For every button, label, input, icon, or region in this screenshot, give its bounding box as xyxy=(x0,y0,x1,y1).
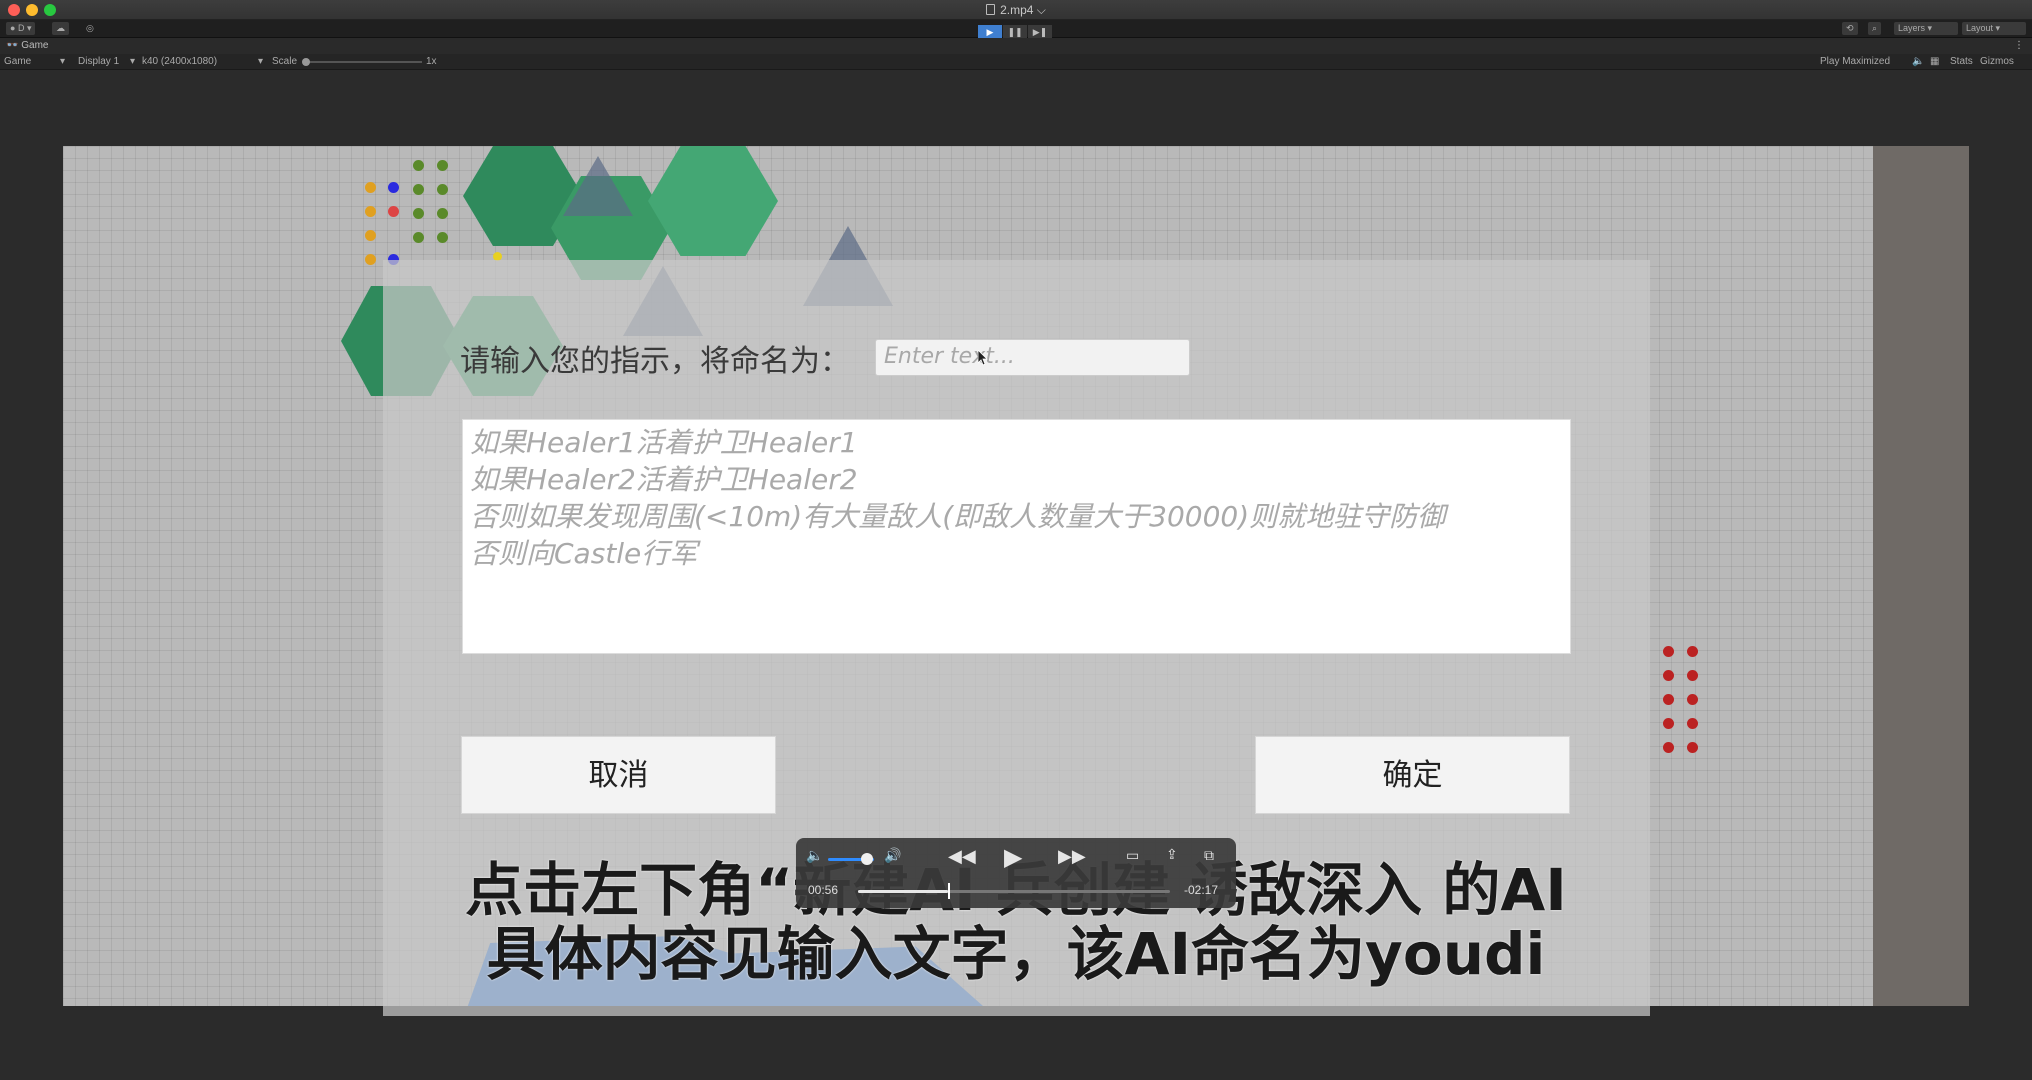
enemy-unit xyxy=(1663,742,1674,753)
view-select-arrow: ▾ xyxy=(60,56,66,67)
play-icon[interactable]: ▶ xyxy=(1004,843,1022,872)
enemy-unit xyxy=(1687,670,1698,681)
collab-icon[interactable]: ◎ xyxy=(82,22,98,35)
scale-slider[interactable] xyxy=(306,61,422,63)
account-dropdown[interactable]: ● D ▾ xyxy=(6,22,36,35)
volume-slider-handle[interactable] xyxy=(861,853,873,865)
unit xyxy=(365,254,376,265)
instruction-line: 否则如果发现周围(<10m)有大量敌人(即敌人数量大于30000)则就地驻守防御 xyxy=(470,500,1446,533)
layers-dropdown[interactable]: Layers ▾ xyxy=(1894,22,1958,35)
scale-label: Scale xyxy=(272,56,298,67)
scale-slider-handle[interactable] xyxy=(302,58,310,66)
unit xyxy=(388,206,399,217)
ai-name-input[interactable]: Enter text... xyxy=(875,339,1190,376)
display-arrow: ▾ xyxy=(130,56,136,67)
window-titlebar: 2.mp4 ⌵ xyxy=(0,0,2032,20)
history-icon[interactable]: ⟲ xyxy=(1842,22,1858,35)
instruction-line: 如果Healer1活着护卫Healer1 xyxy=(470,426,858,459)
search-icon[interactable]: ⌕ xyxy=(1868,22,1882,35)
window-title: 2.mp4 ⌵ xyxy=(0,3,2032,18)
mouse-cursor-icon xyxy=(978,350,988,366)
cancel-button[interactable]: 取消 xyxy=(461,736,776,814)
unit xyxy=(413,184,424,195)
unit xyxy=(437,232,448,243)
step-button[interactable]: ▶❚ xyxy=(1028,25,1052,39)
gizmos-toggle[interactable]: Gizmos xyxy=(1980,54,2014,70)
pause-button[interactable]: ❚❚ xyxy=(1003,25,1027,39)
tab-game[interactable]: Game xyxy=(21,40,48,51)
enemy-unit xyxy=(1663,646,1674,657)
unit xyxy=(413,232,424,243)
game-toolbar: Game ▾ Display 1 ▾ k40 (2400x1080) ▾ Sca… xyxy=(0,54,2032,70)
editor-toolbar: ● D ▾ ☁ ◎ ▶ ❚❚ ▶❚ ⟲ ⌕ Layers ▾ Layout ▾ xyxy=(0,20,2032,39)
mute-icon[interactable]: 🔈 xyxy=(1912,54,1924,70)
prompt-label: 请输入您的指示，将命名为： xyxy=(460,344,850,379)
unit xyxy=(365,206,376,217)
unit xyxy=(365,230,376,241)
layout-label: Layout xyxy=(1966,23,1994,33)
picture-in-picture-icon[interactable]: ⧉ xyxy=(1204,847,1214,864)
unit xyxy=(437,160,448,171)
enemy-unit xyxy=(1687,694,1698,705)
instruction-line: 否则向Castle行军 xyxy=(470,537,698,570)
enemy-unit xyxy=(1687,646,1698,657)
unit xyxy=(437,208,448,219)
instruction-line: 如果Healer2活着护卫Healer2 xyxy=(470,463,858,496)
share-icon[interactable]: ⇪ xyxy=(1166,846,1178,863)
game-tab-icon: 👓 xyxy=(6,40,19,51)
remaining-time: -02:17 xyxy=(1184,883,1219,897)
view-select[interactable]: Game xyxy=(4,54,31,70)
fast-forward-icon[interactable]: ▶▶ xyxy=(1058,846,1086,867)
play-button[interactable]: ▶ xyxy=(978,25,1002,39)
resolution-arrow: ▾ xyxy=(258,56,264,67)
terrain-hex xyxy=(648,146,778,256)
unit xyxy=(413,160,424,171)
game-tab-bar: 👓 Game ⋮ xyxy=(0,38,2032,54)
unit xyxy=(365,182,376,193)
layout-dropdown[interactable]: Layout ▾ xyxy=(1962,22,2026,35)
scrubber-handle[interactable] xyxy=(948,883,950,899)
enemy-unit xyxy=(1663,670,1674,681)
confirm-button[interactable]: 确定 xyxy=(1255,736,1570,814)
unit xyxy=(413,208,424,219)
layers-label: Layers xyxy=(1898,23,1926,33)
stats-toggle[interactable]: Stats xyxy=(1950,54,1973,70)
volume-high-icon[interactable]: 🔊 xyxy=(884,847,901,864)
unit xyxy=(388,182,399,193)
enemy-unit xyxy=(1663,718,1674,729)
cloud-icon[interactable]: ☁ xyxy=(52,22,69,35)
scale-value: 1x xyxy=(426,56,437,67)
elapsed-time: 00:56 xyxy=(808,883,839,897)
instruction-textarea[interactable]: 如果Healer1活着护卫Healer1 如果Healer2活着护卫Healer… xyxy=(462,419,1571,654)
enemy-unit xyxy=(1663,694,1674,705)
aspect-icon[interactable]: ▦ xyxy=(1930,54,1939,70)
window-title-text: 2.mp4 ⌵ xyxy=(1000,3,1046,17)
play-mode-select[interactable]: Play Maximized xyxy=(1820,54,1890,70)
scrubber-progress xyxy=(858,890,948,893)
volume-low-icon[interactable]: 🔈 xyxy=(806,847,823,864)
resolution-select[interactable]: k40 (2400x1080) xyxy=(142,54,217,70)
display-select[interactable]: Display 1 xyxy=(78,54,119,70)
more-icon[interactable]: ⋮ xyxy=(2014,38,2024,54)
unit xyxy=(437,184,448,195)
account-label: D xyxy=(17,23,25,33)
video-player-controls: 🔈 🔊 ◀◀ ▶ ▶▶ ▭ ⇪ ⧉ 00:56 -02:17 xyxy=(796,838,1236,908)
file-icon xyxy=(986,4,996,15)
rewind-icon[interactable]: ◀◀ xyxy=(948,846,976,867)
enemy-unit xyxy=(1687,742,1698,753)
subtitle-line-2: 具体内容见输入文字，该AI命名为youdi xyxy=(486,920,1546,988)
enemy-unit xyxy=(1687,718,1698,729)
airplay-icon[interactable]: ▭ xyxy=(1126,847,1139,864)
